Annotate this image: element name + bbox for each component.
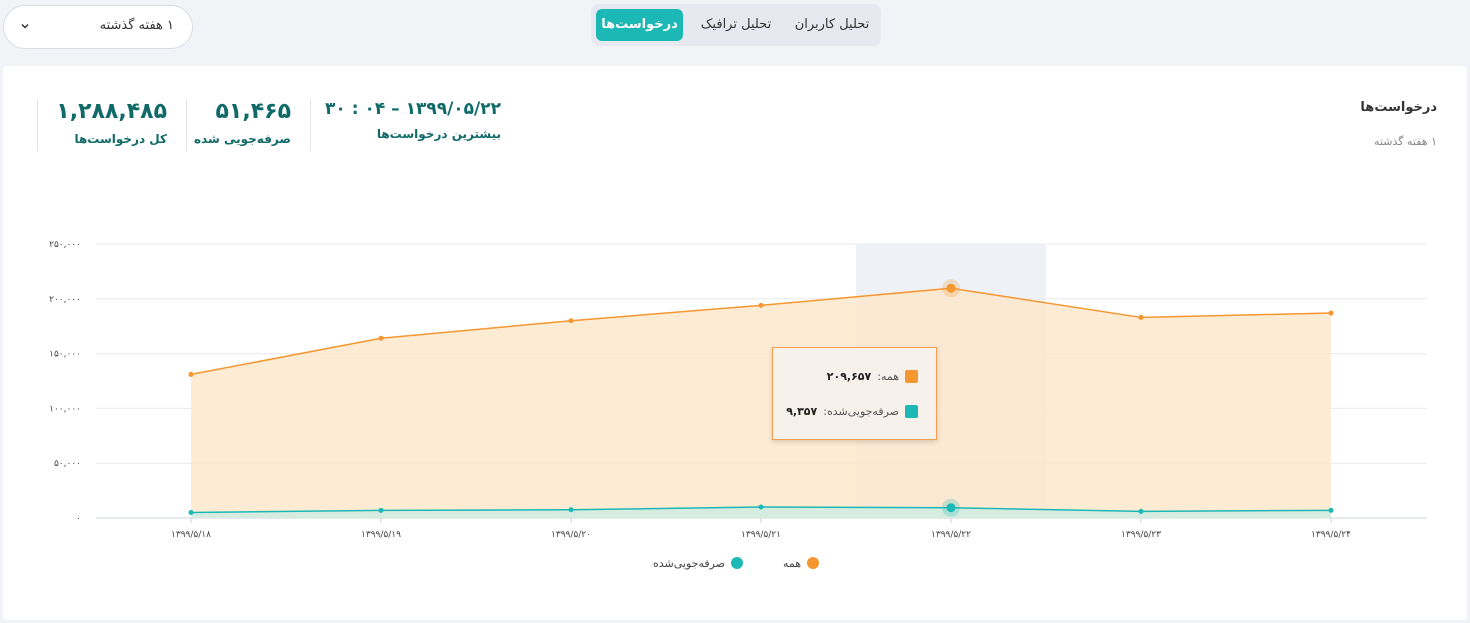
y-tick-label: ۵۰,۰۰۰ <box>54 459 81 469</box>
chevron-down-icon <box>21 23 29 29</box>
legend-dot <box>731 557 744 569</box>
tooltip-value: ۲۰۹,۶۵۷ <box>826 369 872 383</box>
series-area <box>191 288 1331 518</box>
data-point <box>1328 507 1334 513</box>
data-point <box>188 371 194 377</box>
data-point <box>568 318 574 324</box>
y-tick-label: ۰ <box>76 514 81 524</box>
x-tick-label: ۱۳۹۹/۵/۱۸ <box>171 530 211 540</box>
stat-total-label: کل درخواست‌ها <box>74 132 167 146</box>
card-header: درخواست‌ها ۱ هفته گذشته <box>1360 100 1437 148</box>
data-point <box>758 302 764 308</box>
stat-peak: ۱۳۹۹/۰۵/۲۲ – ۰۴ : ۳۰ بیشترین درخواست‌ها <box>325 99 501 151</box>
x-tick-label: ۱۳۹۹/۵/۱۹ <box>361 530 401 540</box>
tab-bar: درخواست‌ها تحلیل ترافیک تحلیل کاربران <box>591 4 881 46</box>
stat-cached-label: صرفه‌جویی شده <box>193 132 291 146</box>
tooltip-swatch <box>905 369 918 383</box>
data-point <box>946 503 956 513</box>
tab-requests[interactable]: درخواست‌ها <box>596 9 683 41</box>
requests-card: درخواست‌ها ۱ هفته گذشته ۱۳۹۹/۰۵/۲۲ – ۰۴ … <box>3 66 1467 620</box>
stat-cached: ۵۱,۴۶۵ صرفه‌جویی شده <box>193 99 291 151</box>
period-select[interactable]: ۱ هفته گذشته <box>3 5 193 49</box>
stat-divider <box>310 99 311 151</box>
tooltip-label: صرفه‌جویی‌شده: <box>823 404 899 418</box>
tab-traffic-analysis[interactable]: تحلیل ترافیک <box>691 9 781 41</box>
stat-peak-value: ۱۳۹۹/۰۵/۲۲ – ۰۴ : ۳۰ <box>325 99 501 119</box>
card-title: درخواست‌ها <box>1360 100 1437 115</box>
legend-dot <box>807 557 820 569</box>
stat-divider <box>186 99 187 151</box>
x-tick-label: ۱۳۹۹/۵/۲۰ <box>551 530 591 540</box>
y-tick-label: ۱۵۰,۰۰۰ <box>49 350 81 360</box>
data-point <box>378 507 384 513</box>
y-tick-label: ۱۰۰,۰۰۰ <box>49 404 81 414</box>
data-point <box>188 510 194 516</box>
y-tick-label: ۲۵۰,۰۰۰ <box>49 240 81 250</box>
tab-user-analysis[interactable]: تحلیل کاربران <box>787 9 877 41</box>
tooltip-row-all: همه: ۲۰۹,۶۵۷ <box>827 368 918 384</box>
stat-peak-label: بیشترین درخواست‌ها <box>376 127 501 141</box>
legend-label: همه <box>783 556 802 570</box>
tooltip-swatch <box>905 404 918 418</box>
data-point <box>1138 508 1144 514</box>
x-tick-label: ۱۳۹۹/۵/۲۳ <box>1121 530 1161 540</box>
data-point <box>946 283 956 293</box>
x-tick-label: ۱۳۹۹/۵/۲۲ <box>931 530 971 540</box>
data-point <box>758 504 764 510</box>
tooltip-value: ۹,۳۵۷ <box>786 404 818 418</box>
data-point <box>1328 310 1334 316</box>
y-tick-label: ۲۰۰,۰۰۰ <box>49 295 81 305</box>
legend-item-cached[interactable]: صرفه‌جویی‌شده <box>653 554 744 572</box>
stat-total-value: ۱,۲۸۸,۴۸۵ <box>56 99 167 124</box>
x-tick-label: ۱۳۹۹/۵/۲۴ <box>1311 530 1351 540</box>
requests-area-chart: ۰ ۵۰,۰۰۰ ۱۰۰,۰۰۰ ۱۵۰,۰۰۰ ۲۰۰,۰۰۰ ۲۵۰,۰۰۰ ۱۳۹۹/… <box>49 240 1427 540</box>
x-tick-label: ۱۳۹۹/۵/۲۱ <box>741 530 781 540</box>
stat-cached-value: ۵۱,۴۶۵ <box>215 99 291 124</box>
chart-tooltip: همه: ۲۰۹,۶۵۷ صرفه‌جویی‌شده: ۹,۳۵۷ <box>772 347 937 440</box>
data-point <box>568 507 574 513</box>
stat-total: ۱,۲۸۸,۴۸۵ کل درخواست‌ها <box>53 99 167 151</box>
data-point <box>1138 314 1144 320</box>
legend-item-all[interactable]: همه <box>783 554 820 572</box>
tooltip-row-cached: صرفه‌جویی‌شده: ۹,۳۵۷ <box>786 403 918 419</box>
card-subtitle: ۱ هفته گذشته <box>1374 135 1437 148</box>
period-select-value: ۱ هفته گذشته <box>99 18 174 33</box>
tooltip-label: همه: <box>877 369 899 383</box>
stat-divider <box>37 99 38 151</box>
data-point <box>378 335 384 341</box>
legend-label: صرفه‌جویی‌شده <box>653 556 726 570</box>
